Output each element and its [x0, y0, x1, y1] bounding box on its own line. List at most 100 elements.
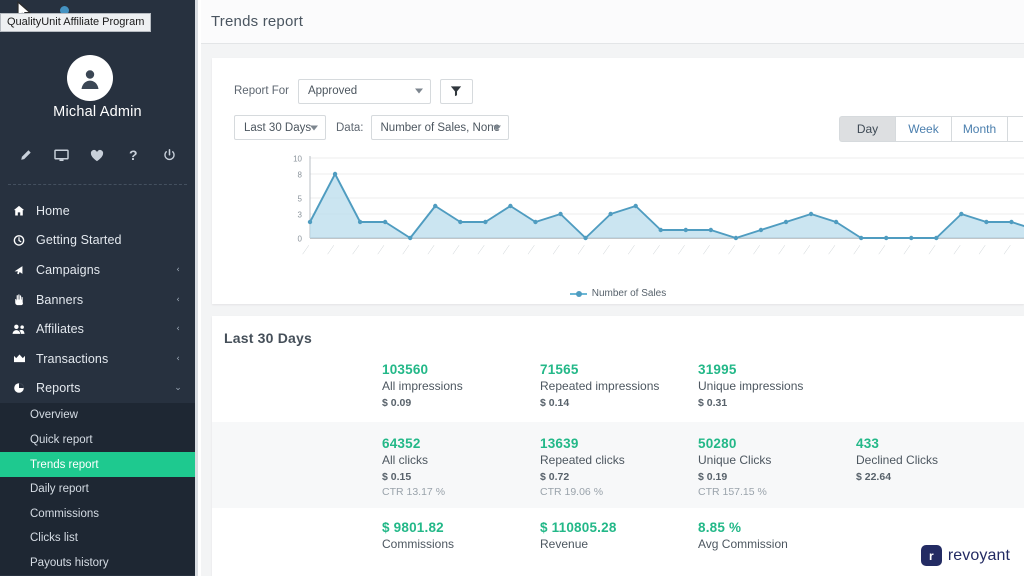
range-row: Last 30 Days Data: Number of Sales, None…: [212, 106, 1024, 142]
x-axis-tick: ——: [776, 243, 788, 256]
monitor-icon[interactable]: [51, 145, 73, 165]
chart-card: Report For Approved Last 30 Days Data: N…: [212, 58, 1024, 304]
stat-label: All impressions: [382, 379, 463, 393]
x-axis-tick: ——: [902, 243, 914, 256]
stat-cell: 71565 Repeated impressions $ 0.14: [540, 362, 698, 422]
stat-value: 8.85 %: [698, 520, 742, 535]
stat-subvalue: $ 22.64: [856, 471, 892, 483]
stat-value: $ 9801.82: [382, 520, 444, 535]
stats-row: 64352 All clicks $ 0.15 CTR 13.17 % 13639 Rep…: [212, 422, 1024, 508]
home-icon: [8, 205, 30, 217]
stat-value: 103560: [382, 362, 429, 377]
stat-label: Commissions: [382, 537, 455, 551]
sidebar-item-transactions[interactable]: Transactions ‹: [0, 344, 195, 374]
trends-chart-svg: 0 3 5 8 10 —— —— —— —— —— —— —— —— —— —— —— —— —— —— —— —— ——…: [293, 155, 1024, 256]
submenu-item-daily-report[interactable]: Daily report: [0, 477, 195, 502]
submenu-item-label: Payouts history: [30, 557, 109, 570]
sidebar-item-label: Transactions: [36, 351, 109, 366]
window-tooltip: QualityUnit Affiliate Program: [0, 13, 152, 32]
stats-card: Last 30 Days 103560 All impressions $ 0.09…: [212, 316, 1024, 576]
stat-label: Unique Clicks: [698, 453, 772, 467]
submenu-item-label: Overview: [30, 409, 78, 422]
sidebar-item-banners[interactable]: Banners ‹: [0, 285, 195, 315]
data-label: Data:: [336, 121, 364, 134]
x-axis-tick: ——: [977, 243, 989, 256]
x-axis-tick: ——: [801, 243, 813, 256]
submenu-item-overview[interactable]: Overview: [0, 403, 195, 428]
stat-label: Declined Clicks: [856, 453, 939, 467]
chevron-down-icon: [310, 125, 318, 130]
x-axis-tick: ——: [526, 243, 538, 256]
y-axis-tick: 3: [298, 211, 303, 220]
submenu-item-commissions[interactable]: Commissions: [0, 502, 195, 527]
interval-week-button[interactable]: Week: [895, 116, 951, 142]
interval-day-button[interactable]: Day: [839, 116, 895, 142]
chevron-left-icon: ‹: [176, 294, 180, 305]
stat-cell: 64352 All clicks $ 0.15 CTR 13.17 %: [382, 436, 540, 508]
sidebar-item-home[interactable]: Home: [0, 196, 195, 226]
page-title: Trends report: [211, 13, 304, 30]
x-axis-tick: ——: [376, 243, 388, 256]
revoyant-watermark: r revoyant: [920, 545, 1010, 566]
submenu-item-payouts-history[interactable]: Payouts history: [0, 551, 195, 576]
sidebar-nav: Home Getting Started Campaigns ‹ Banners…: [0, 196, 195, 576]
stat-subvalue: $ 0.19: [698, 471, 728, 483]
chart-legend: Number of Sales: [212, 288, 1024, 299]
sidebar: Michal Admin ? Home Getting Started Camp…: [0, 0, 195, 576]
submenu-item-clicks-list[interactable]: Clicks list: [0, 526, 195, 551]
app-root: Michal Admin ? Home Getting Started Camp…: [0, 0, 1024, 576]
chevron-down-icon: [414, 88, 423, 94]
report-for-select[interactable]: Approved: [297, 78, 431, 104]
sidebar-item-getting-started[interactable]: Getting Started: [0, 226, 195, 256]
data-metric-select[interactable]: Number of Sales, None: [370, 115, 509, 140]
user-name: Michal Admin: [53, 104, 142, 120]
heart-icon[interactable]: [86, 145, 108, 165]
stat-value: 13639: [540, 436, 579, 451]
funnel-icon: [451, 86, 462, 97]
submenu-item-trends-report[interactable]: Trends report: [0, 452, 195, 477]
megaphone-icon: [8, 264, 30, 276]
stat-subvalue: $ 0.14: [540, 397, 570, 409]
y-axis-tick: 10: [293, 155, 302, 164]
legend-swatch: [569, 290, 587, 297]
clock-icon: [8, 234, 30, 247]
filter-button[interactable]: [439, 78, 473, 104]
sidebar-divider: [8, 184, 187, 185]
x-axis-tick: ——: [626, 243, 638, 256]
sidebar-item-affiliates[interactable]: Affiliates ‹: [0, 314, 195, 344]
crown-icon: [8, 353, 30, 364]
x-axis-tick: ——: [401, 243, 413, 256]
submenu-item-quick-report[interactable]: Quick report: [0, 428, 195, 453]
revoyant-text: revoyant: [947, 546, 1010, 564]
stat-cell: 8.85 % Avg Commission: [698, 520, 856, 562]
sidebar-item-label: Home: [36, 203, 70, 218]
x-axis-tick: ——: [300, 243, 312, 256]
main-content: Trends report Report For Approved Last 3…: [201, 0, 1024, 576]
sidebar-item-campaigns[interactable]: Campaigns ‹: [0, 255, 195, 285]
pencil-icon[interactable]: [15, 145, 37, 165]
date-range-select[interactable]: Last 30 Days: [234, 115, 326, 140]
submenu-item-label: Commissions: [30, 507, 100, 520]
x-axis-tick: ——: [952, 243, 964, 256]
trends-chart: 0 3 5 8 10 —— —— —— —— —— —— —— —— —— —— —— —— —— —— —— —— ——…: [212, 150, 1024, 304]
submenu-item-label: Trends report: [30, 458, 99, 471]
interval-month-button[interactable]: Month: [951, 116, 1007, 142]
x-axis-tick: ——: [852, 243, 864, 256]
stat-cell: 103560 All impressions $ 0.09: [382, 362, 540, 422]
power-icon[interactable]: [158, 145, 180, 165]
x-axis-tick: ——: [576, 243, 588, 256]
hand-icon: [8, 293, 30, 306]
stat-label: All clicks: [382, 453, 429, 467]
stats-title: Last 30 Days: [224, 330, 313, 346]
interval-more-button[interactable]: [1007, 116, 1023, 142]
chevron-left-icon: ‹: [176, 264, 180, 275]
help-icon[interactable]: ?: [122, 145, 144, 165]
sidebar-item-reports[interactable]: Reports ⌄: [0, 374, 195, 404]
chevron-down-icon: [492, 125, 501, 130]
stat-cell: $ 9801.82 Commissions: [382, 520, 540, 562]
stat-cell: 13639 Repeated clicks $ 0.72 CTR 19.06 %: [540, 436, 698, 508]
x-axis-tick: ——: [827, 243, 839, 256]
stat-label: Avg Commission: [698, 537, 788, 551]
submenu-item-label: Clicks list: [30, 532, 78, 545]
sidebar-item-label: Banners: [36, 292, 84, 307]
